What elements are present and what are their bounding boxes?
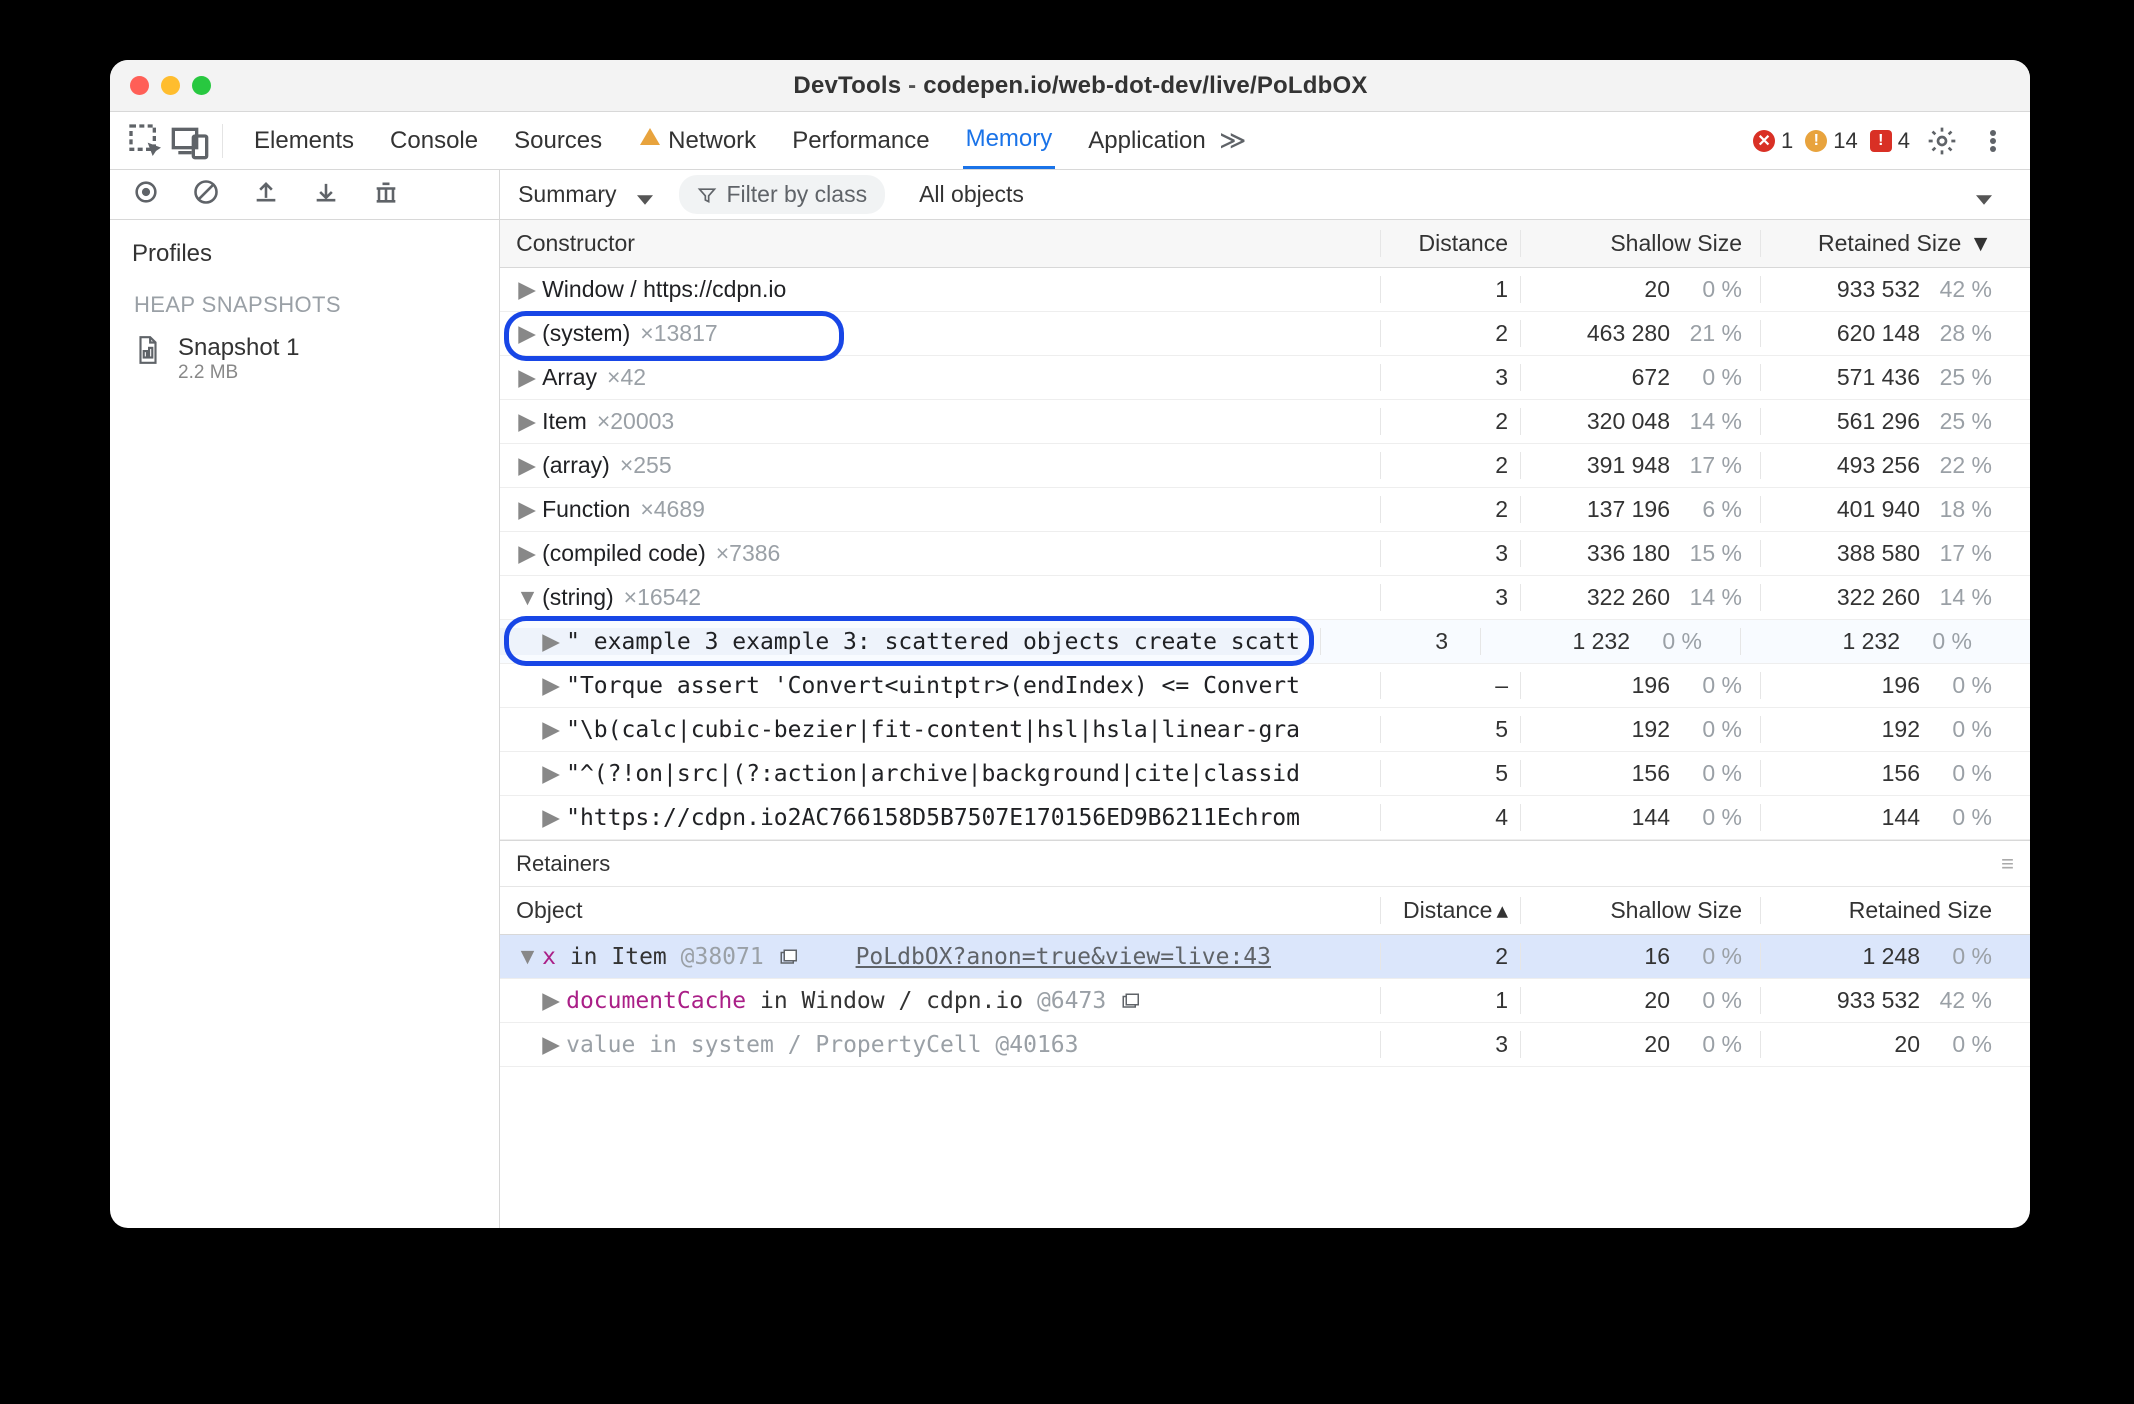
title-app: DevTools — [793, 72, 901, 99]
rcol-shallow[interactable]: Shallow Size — [1520, 897, 1760, 924]
col-distance[interactable]: Distance — [1380, 230, 1520, 257]
tab-sources[interactable]: Sources — [511, 113, 605, 169]
record-icon[interactable] — [132, 178, 160, 211]
rcol-object[interactable]: Object — [500, 897, 1380, 924]
disclosure-arrow-icon[interactable]: ▶ — [516, 540, 538, 567]
disclosure-arrow-icon[interactable]: ▼ — [516, 584, 538, 611]
col-shallow[interactable]: Shallow Size — [1520, 230, 1760, 257]
tab-performance[interactable]: Performance — [789, 113, 932, 169]
scope-select[interactable]: All objects — [919, 181, 1024, 208]
close-window-button[interactable] — [130, 76, 149, 95]
table-row[interactable]: ▶(compiled code)×73863336 18015 %388 580… — [500, 532, 2030, 576]
filter-icon — [697, 185, 717, 205]
tab-application[interactable]: Application — [1085, 113, 1208, 169]
retainer-row[interactable]: ▶value in system / PropertyCell @4016332… — [500, 1023, 2030, 1067]
clear-icon[interactable] — [192, 178, 220, 211]
snapshot-size: 2.2 MB — [178, 362, 299, 384]
table-row[interactable]: ▶"Torque assert 'Convert<uintptr>(endInd… — [500, 664, 2030, 708]
disclosure-arrow-icon[interactable]: ▶ — [540, 760, 562, 787]
collect-garbage-icon[interactable] — [372, 178, 400, 211]
source-link[interactable]: PoLdbOX?anon=true&view=live:43 — [856, 944, 1271, 970]
table-row[interactable]: ▶Array×4236720 %571 43625 % — [500, 356, 2030, 400]
titlebar: DevTools - codepen.io/web-dot-dev/live/P… — [110, 60, 2030, 112]
disclosure-arrow-icon[interactable]: ▶ — [516, 408, 538, 435]
tab-memory[interactable]: Memory — [963, 113, 1056, 169]
load-profile-icon[interactable] — [252, 178, 280, 211]
disclosure-arrow-icon[interactable]: ▶ — [540, 987, 562, 1014]
table-row[interactable]: ▶" example 3 example 3: scattered object… — [500, 620, 2030, 664]
more-tabs-icon[interactable]: ≫ — [1213, 121, 1253, 161]
disclosure-arrow-icon[interactable]: ▶ — [516, 276, 538, 303]
devtools-tab-strip: Elements Console Sources Network Performance… — [110, 112, 2030, 170]
settings-icon[interactable] — [1922, 121, 1962, 161]
view-select-label: Summary — [518, 181, 616, 208]
table-row[interactable]: ▶Window / https://cdpn.io1200 %933 53242… — [500, 268, 2030, 312]
snapshot-file-icon — [134, 334, 162, 366]
chevron-down-icon — [637, 187, 653, 203]
sort-asc-icon: ▴ — [1496, 897, 1508, 923]
retainer-row[interactable]: ▶documentCache in Window / cdpn.io @6473… — [500, 979, 2030, 1023]
constructor-table-header: Constructor Distance Shallow Size Retain… — [500, 220, 2030, 268]
tab-console[interactable]: Console — [387, 113, 481, 169]
hamburger-icon[interactable]: ≡ — [2001, 851, 2014, 877]
disclosure-arrow-icon[interactable]: ▶ — [516, 364, 538, 391]
popout-icon[interactable] — [1120, 988, 1140, 1014]
warning-triangle-icon — [638, 125, 662, 156]
title-path: codepen.io/web-dot-dev/live/PoLdbOX — [923, 72, 1367, 99]
zoom-window-button[interactable] — [192, 76, 211, 95]
minimize-window-button[interactable] — [161, 76, 180, 95]
table-row[interactable]: ▶Item×200032320 04814 %561 29625 % — [500, 400, 2030, 444]
retainers-title: Retainers — [516, 851, 610, 877]
issue-counter[interactable]: !4 — [1870, 128, 1910, 154]
col-constructor[interactable]: Constructor — [500, 230, 1380, 257]
warning-count: 14 — [1833, 128, 1857, 154]
sort-desc-icon: ▼ — [1969, 230, 1992, 257]
disclosure-arrow-icon[interactable]: ▶ — [540, 804, 562, 831]
save-profile-icon[interactable] — [312, 178, 340, 211]
filter-placeholder: Filter by class — [727, 181, 868, 208]
disclosure-arrow-icon[interactable]: ▶ — [516, 452, 538, 479]
view-select[interactable]: Summary — [518, 181, 652, 208]
disclosure-arrow-icon[interactable]: ▶ — [540, 716, 562, 743]
device-toolbar-icon[interactable] — [170, 121, 210, 161]
profiles-sidebar: Profiles HEAP SNAPSHOTS Snapshot 1 2.2 M… — [110, 170, 500, 1228]
class-filter[interactable]: Filter by class — [679, 175, 886, 214]
table-row[interactable]: ▼(string)×165423322 26014 %322 26014 % — [500, 576, 2030, 620]
retainer-row[interactable]: ▼x in Item @38071 PoLdbOX?anon=true&view… — [500, 935, 2030, 979]
scope-label: All objects — [919, 181, 1024, 208]
table-row[interactable]: ▶"\b(calc|cubic-bezier|fit-content|hsl|h… — [500, 708, 2030, 752]
snapshot-item[interactable]: Snapshot 1 2.2 MB — [110, 328, 499, 390]
disclosure-arrow-icon[interactable]: ▶ — [540, 1031, 562, 1058]
window-title: DevTools - codepen.io/web-dot-dev/live/P… — [211, 72, 1950, 100]
heap-toolbar: Summary Filter by class All objects — [500, 170, 2030, 220]
error-counter[interactable]: ✕1 — [1753, 128, 1793, 154]
table-row[interactable]: ▶(system)×138172463 28021 %620 14828 % — [500, 312, 2030, 356]
disclosure-arrow-icon[interactable]: ▶ — [540, 628, 562, 655]
table-row[interactable]: ▶"^(?!on|src|(?:action|archive|backgroun… — [500, 752, 2030, 796]
table-row[interactable]: ▶(array)×2552391 94817 %493 25622 % — [500, 444, 2030, 488]
disclosure-arrow-icon[interactable]: ▶ — [540, 672, 562, 699]
tab-elements[interactable]: Elements — [251, 113, 357, 169]
inspect-element-icon[interactable] — [126, 121, 166, 161]
error-count: 1 — [1781, 128, 1793, 154]
table-row[interactable]: ▶Function×46892137 1966 %401 94018 % — [500, 488, 2030, 532]
profiles-heading: Profiles — [110, 220, 499, 278]
disclosure-arrow-icon[interactable]: ▼ — [516, 943, 538, 970]
col-retained[interactable]: Retained Size▼ — [1760, 230, 2010, 257]
warning-counter[interactable]: !14 — [1805, 128, 1857, 154]
kebab-menu-icon[interactable] — [1974, 121, 2014, 161]
heap-snapshots-label: HEAP SNAPSHOTS — [110, 278, 499, 328]
rcol-distance[interactable]: Distance▴ — [1380, 897, 1520, 924]
issue-count: 4 — [1898, 128, 1910, 154]
chevron-down-icon[interactable] — [1976, 187, 1992, 203]
disclosure-arrow-icon[interactable]: ▶ — [516, 496, 538, 523]
popout-icon[interactable] — [778, 944, 798, 970]
rcol-retained[interactable]: Retained Size — [1760, 897, 2010, 924]
tab-network[interactable]: Network — [635, 113, 759, 169]
snapshot-name: Snapshot 1 — [178, 334, 299, 362]
table-row[interactable]: ▶"https://cdpn.io2AC766158D5B7507E170156… — [500, 796, 2030, 840]
disclosure-arrow-icon[interactable]: ▶ — [516, 320, 538, 347]
